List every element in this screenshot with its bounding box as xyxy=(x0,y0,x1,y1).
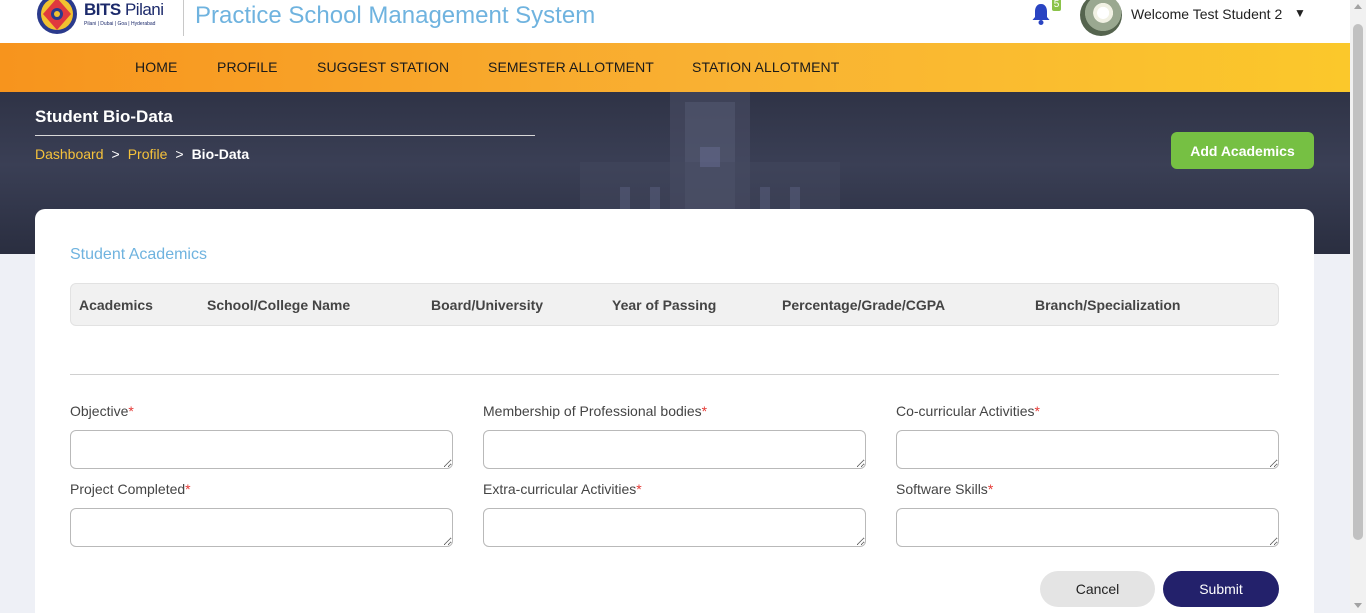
required-marker: * xyxy=(185,481,191,497)
bio-data-card: Student Academics Academics School/Colle… xyxy=(35,209,1314,613)
co-curricular-field[interactable] xyxy=(896,430,1279,469)
bits-emblem-icon xyxy=(37,0,77,34)
nav-item-profile[interactable]: PROFILE xyxy=(217,59,278,75)
required-marker: * xyxy=(701,403,708,419)
header-divider xyxy=(183,0,184,36)
software-skills-field[interactable] xyxy=(896,508,1279,547)
required-marker: * xyxy=(1034,403,1040,419)
breadcrumb-separator: > xyxy=(111,146,120,162)
extra-curricular-label-text: Extra-curricular Activities xyxy=(483,481,637,497)
column-header-year-of-passing: Year of Passing xyxy=(612,297,717,313)
nav-item-home[interactable]: HOME xyxy=(135,59,177,75)
submit-button[interactable]: Submit xyxy=(1163,571,1279,607)
co-curricular-label-text: Co-curricular Activities xyxy=(896,403,1035,419)
software-skills-label: Software Skills* xyxy=(896,481,993,497)
title-underline xyxy=(35,135,535,136)
required-marker: * xyxy=(636,481,642,497)
objective-field[interactable] xyxy=(70,430,453,469)
main-nav: HOME PROFILE SUGGEST STATION SEMESTER AL… xyxy=(0,43,1350,92)
membership-label: Membership of Professional bodies* xyxy=(483,403,707,419)
breadcrumb-bio-data: Bio-Data xyxy=(191,146,250,162)
co-curricular-label: Co-curricular Activities* xyxy=(896,403,1040,419)
logo-campuses: Pilani | Dubai | Goa | Hyderabad xyxy=(84,21,156,27)
column-header-board-university: Board/University xyxy=(431,297,544,313)
app-title: Practice School Management System xyxy=(195,2,596,29)
bell-icon[interactable] xyxy=(1030,2,1052,26)
nav-item-semester-allotment[interactable]: SEMESTER ALLOTMENT xyxy=(488,59,654,75)
logo-brand-light: Pilani xyxy=(120,0,164,19)
academics-table-header: Academics School/College Name Board/Univ… xyxy=(70,283,1279,326)
breadcrumb-dashboard[interactable]: Dashboard xyxy=(35,146,104,162)
nav-item-station-allotment[interactable]: STATION ALLOTMENT xyxy=(692,59,839,75)
section-title-academics: Student Academics xyxy=(70,246,207,263)
project-completed-label: Project Completed* xyxy=(70,481,191,497)
membership-field[interactable] xyxy=(483,430,866,469)
avatar[interactable] xyxy=(1080,0,1122,36)
logo-brand: BITS Pilani xyxy=(84,0,164,20)
logo-brand-bold: BITS xyxy=(84,0,121,19)
breadcrumb: Dashboard > Profile > Bio-Data xyxy=(35,146,249,162)
scrollbar-thumb[interactable] xyxy=(1353,24,1363,540)
breadcrumb-profile[interactable]: Profile xyxy=(128,146,168,162)
top-header: BITS Pilani Pilani | Dubai | Goa | Hyder… xyxy=(0,0,1350,43)
required-marker: * xyxy=(128,403,134,419)
cancel-button[interactable]: Cancel xyxy=(1040,571,1155,607)
page-scrollbar[interactable] xyxy=(1350,0,1366,613)
objective-label-text: Objective xyxy=(70,403,129,419)
extra-curricular-label: Extra-curricular Activities* xyxy=(483,481,642,497)
welcome-text[interactable]: Welcome Test Student 2 xyxy=(1131,6,1282,22)
project-completed-label-text: Project Completed xyxy=(70,481,186,497)
breadcrumb-separator: > xyxy=(175,146,184,162)
scroll-up-arrow-icon[interactable] xyxy=(1354,4,1362,9)
column-header-percentage-grade: Percentage/Grade/CGPA xyxy=(782,297,946,313)
required-marker: * xyxy=(987,481,994,497)
scroll-down-arrow-icon[interactable] xyxy=(1354,603,1362,608)
page-title: Student Bio-Data xyxy=(35,107,173,126)
bits-pilani-logo[interactable]: BITS Pilani Pilani | Dubai | Goa | Hyder… xyxy=(34,0,184,38)
software-skills-label-text: Software Skills xyxy=(896,481,988,497)
objective-label: Objective* xyxy=(70,403,134,419)
nav-item-suggest-station[interactable]: SUGGEST STATION xyxy=(317,59,449,75)
logo-text: BITS Pilani Pilani | Dubai | Goa | Hyder… xyxy=(84,0,164,27)
column-header-academics: Academics xyxy=(79,297,153,313)
membership-label-text: Membership of Professional bodies xyxy=(483,403,702,419)
chevron-down-icon[interactable]: ▼ xyxy=(1294,6,1306,20)
column-header-branch: Branch/Specialization xyxy=(1035,297,1181,313)
column-header-school-college: School/College Name xyxy=(207,297,351,313)
section-divider xyxy=(70,374,1279,375)
notification-badge: 5 xyxy=(1052,0,1061,11)
add-academics-button[interactable]: Add Academics xyxy=(1171,132,1314,169)
project-completed-field[interactable] xyxy=(70,508,453,547)
extra-curricular-field[interactable] xyxy=(483,508,866,547)
